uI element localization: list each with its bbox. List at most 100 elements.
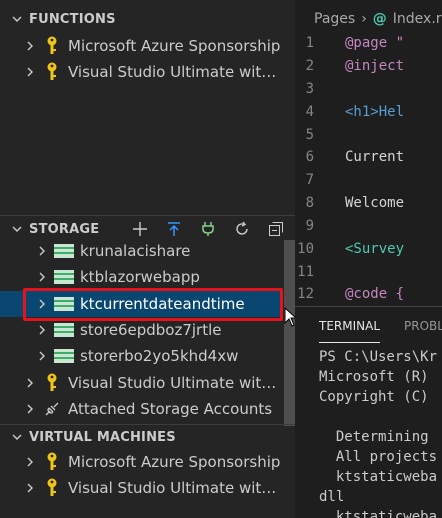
storage-account-label: store6epdboz7jrtle: [80, 321, 222, 339]
code-text: Current: [345, 149, 405, 165]
storage-account-label: ktcurrentdateandtime: [80, 295, 245, 313]
functions-item-label: Visual Studio Ultimate with ...: [68, 63, 283, 81]
chevron-down-icon: [9, 431, 25, 443]
code-text: <Survey: [345, 241, 405, 257]
terminal-line[interactable]: dll: [319, 489, 344, 509]
code-text: <h1>Hel: [345, 104, 405, 120]
breadcrumb: Pages › @ Index.r: [314, 8, 442, 30]
line-number: 2: [305, 58, 314, 74]
line-number: 6: [305, 149, 314, 165]
breadcrumb-folder[interactable]: Pages: [314, 11, 355, 27]
storage-account-row[interactable]: store6epdboz7jrtle: [0, 317, 283, 343]
virtual-machines-item-1[interactable]: Visual Studio Ultimate with ...: [0, 475, 283, 501]
code-line[interactable]: 12 @code {: [295, 283, 404, 305]
storage-account-row[interactable]: storerbo2yo5khd4xw: [0, 343, 283, 369]
terminal-line[interactable]: ktstaticweba: [319, 509, 437, 518]
functions-section-title: FUNCTIONS: [29, 11, 116, 27]
storage-account-label: krunalacishare: [80, 242, 191, 260]
line-number: 9: [305, 218, 314, 234]
storage-account-icon: [54, 346, 74, 366]
code-text: Welcome: [345, 195, 405, 211]
chevron-down-icon: [9, 223, 25, 235]
line-number: 7: [305, 172, 314, 188]
line-number: 12: [297, 286, 314, 302]
deploy-icon[interactable]: [163, 218, 185, 240]
attached-storage-label: Attached Storage Accounts: [68, 400, 273, 418]
storage-account-icon: [54, 294, 74, 314]
tab-terminal[interactable]: TERMINAL: [319, 315, 381, 343]
terminal-line[interactable]: All projects: [319, 449, 437, 469]
line-number: 1: [305, 35, 314, 51]
code-line[interactable]: 5: [295, 124, 345, 146]
refresh-icon[interactable]: [231, 218, 253, 240]
chevron-right-icon: [36, 264, 48, 290]
code-line[interactable]: 3: [295, 78, 345, 100]
code-line[interactable]: 1 @page ": [295, 32, 404, 54]
storage-account-label: ktblazorwebapp: [80, 268, 200, 286]
virtual-machines-section-header[interactable]: VIRTUAL MACHINES: [0, 426, 295, 448]
key-icon: [42, 478, 62, 498]
plug-icon: [42, 399, 62, 419]
line-number: 5: [305, 127, 314, 143]
storage-account-icon: [54, 320, 74, 340]
explorer-sidebar: FUNCTIONS Microsoft Azure Sponsorship Vi…: [0, 0, 295, 518]
storage-account-row[interactable]: krunalacishare: [0, 238, 283, 264]
storage-account-icon: [54, 241, 74, 261]
storage-section-title: STORAGE: [29, 221, 100, 237]
code-text: @page ": [345, 35, 405, 51]
storage-actions: [129, 218, 287, 240]
code-line[interactable]: 9: [295, 215, 345, 237]
panel-tabs: TERMINAL PROBLE: [295, 315, 442, 343]
terminal-line[interactable]: Microsoft (R): [319, 369, 429, 389]
virtual-machines-item-label: Microsoft Azure Sponsorship: [68, 453, 281, 471]
terminal-line[interactable]: Determining: [319, 429, 429, 449]
code-line[interactable]: 4 <h1>Hel: [295, 101, 404, 123]
storage-scrollbar[interactable]: [284, 240, 295, 426]
chevron-right-icon: [24, 396, 36, 422]
code-editor[interactable]: Pages › @ Index.r 1 @page " 2 @inject 3 4 <…: [295, 0, 442, 310]
code-line[interactable]: 10 <Survey: [295, 238, 404, 260]
storage-section-header[interactable]: STORAGE: [0, 218, 295, 240]
code-line[interactable]: 2 @inject: [295, 55, 404, 77]
code-text: @inject: [345, 58, 405, 74]
chevron-right-icon: [36, 317, 48, 343]
functions-section-header[interactable]: FUNCTIONS: [0, 8, 295, 30]
storage-account-row-selected[interactable]: ktcurrentdateandtime: [0, 291, 283, 317]
terminal-line[interactable]: Copyright (C): [319, 389, 429, 409]
code-text: @code {: [345, 286, 405, 302]
add-icon[interactable]: [129, 218, 151, 240]
line-number: 3: [305, 81, 314, 97]
tab-problems[interactable]: PROBLE: [404, 315, 442, 343]
code-line[interactable]: 11: [295, 261, 345, 283]
key-icon: [42, 452, 62, 472]
section-divider: [0, 424, 295, 425]
bottom-panel: TERMINAL PROBLE PS C:\Users\Kr Microsoft…: [295, 306, 442, 518]
storage-subscription-label: Visual Studio Ultimate with ...: [68, 374, 283, 392]
terminal-line[interactable]: PS C:\Users\Kr: [319, 349, 437, 369]
functions-item-0[interactable]: Microsoft Azure Sponsorship: [0, 33, 283, 59]
plug-icon[interactable]: [197, 218, 219, 240]
breadcrumb-file[interactable]: Index.r: [393, 11, 442, 27]
chevron-right-icon: [24, 33, 36, 59]
terminal-line[interactable]: ktstaticweba: [319, 469, 437, 489]
storage-account-icon: [54, 267, 74, 287]
code-line[interactable]: 8 Welcome: [295, 192, 404, 214]
collapse-all-icon[interactable]: [265, 218, 287, 240]
chevron-right-icon: [24, 59, 36, 85]
chevron-right-icon: [24, 370, 36, 396]
key-icon: [42, 36, 62, 56]
chevron-right-icon: [24, 449, 36, 475]
code-line[interactable]: 6 Current: [295, 146, 404, 168]
storage-account-row[interactable]: ktblazorwebapp: [0, 264, 283, 290]
chevron-right-icon: [36, 343, 48, 369]
virtual-machines-item-0[interactable]: Microsoft Azure Sponsorship: [0, 449, 283, 475]
functions-item-1[interactable]: Visual Studio Ultimate with ...: [0, 59, 283, 85]
storage-subscription-row[interactable]: Visual Studio Ultimate with ...: [0, 370, 283, 396]
code-line[interactable]: 7: [295, 169, 345, 191]
key-icon: [42, 373, 62, 393]
chevron-right-icon: [24, 475, 36, 501]
attached-storage-row[interactable]: Attached Storage Accounts: [0, 396, 283, 422]
razor-file-icon: @: [372, 11, 387, 27]
mouse-cursor-icon: [284, 307, 295, 327]
chevron-down-icon: [9, 13, 25, 25]
